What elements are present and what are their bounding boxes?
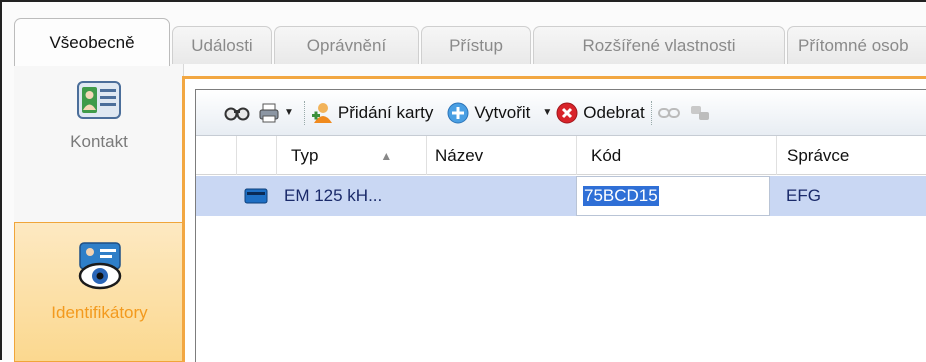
column-header-label: Kód bbox=[591, 145, 622, 165]
link-icon[interactable] bbox=[657, 106, 680, 120]
chevron-down-icon[interactable]: ▼ bbox=[542, 107, 552, 118]
tab-rozsirene-vlastnosti[interactable]: Rozšířené vlastnosti bbox=[533, 26, 785, 64]
sidebar-item-label: Kontakt bbox=[70, 132, 128, 151]
identifiers-table: Typ ▲ Název Kód Správce EM 125 kH... 75B… bbox=[196, 136, 926, 362]
sidebar-item-label: Identifikátory bbox=[51, 303, 148, 322]
create-button[interactable]: Vytvořit bbox=[447, 102, 530, 124]
tab-opravneni[interactable]: Oprávnění bbox=[274, 26, 419, 64]
identifier-eye-icon bbox=[78, 242, 121, 290]
identifiers-grid-panel: ▼ Přidání karty Vytvořit ▼ Odebrat Typ ▲… bbox=[195, 89, 926, 362]
table-row[interactable]: EM 125 kH... 75BCD15 EFG bbox=[196, 176, 926, 216]
tab-label: Všeobecně bbox=[49, 32, 135, 52]
toolbar-separator bbox=[650, 100, 652, 125]
tab-pritomne-osoby[interactable]: Přítomné osob bbox=[787, 26, 926, 64]
tab-label: Oprávnění bbox=[306, 35, 387, 55]
card-type-icon bbox=[236, 176, 276, 216]
column-header-kod[interactable]: Kód bbox=[576, 136, 776, 175]
tab-strip: Všeobecně Události Oprávnění Přístup Roz… bbox=[14, 18, 926, 66]
remove-label: Odebrat bbox=[583, 102, 645, 122]
add-card-icon bbox=[311, 102, 332, 123]
remove-icon bbox=[556, 102, 578, 123]
content-panel: ▼ Přidání karty Vytvořit ▼ Odebrat Typ ▲… bbox=[182, 76, 926, 362]
tab-label: Události bbox=[191, 35, 253, 55]
kod-value: 75BCD15 bbox=[583, 186, 659, 206]
column-header-label: Správce bbox=[787, 145, 850, 165]
column-header-nazev[interactable]: Název bbox=[426, 136, 576, 175]
row-indicator-header bbox=[196, 136, 236, 175]
column-header-label: Typ bbox=[291, 145, 319, 165]
table-header: Typ ▲ Název Kód Správce bbox=[196, 136, 926, 175]
print-icon[interactable] bbox=[258, 102, 280, 124]
toolbar-separator bbox=[303, 100, 305, 125]
tab-vseobecne[interactable]: Všeobecně bbox=[14, 18, 170, 66]
sidebar-item-kontakt[interactable]: Kontakt bbox=[14, 80, 184, 210]
cell-spravce: EFG bbox=[786, 186, 821, 205]
sort-ascending-icon: ▲ bbox=[380, 148, 393, 163]
sidebar: Kontakt Identifikátory bbox=[14, 64, 184, 362]
column-header-label: Název bbox=[435, 145, 484, 165]
cell-typ: EM 125 kH... bbox=[284, 186, 383, 205]
toolbar: ▼ Přidání karty Vytvořit ▼ Odebrat bbox=[196, 90, 926, 136]
view-icon[interactable] bbox=[224, 104, 250, 122]
unlink-icon[interactable] bbox=[690, 104, 710, 122]
remove-button[interactable]: Odebrat bbox=[556, 102, 645, 124]
sidebar-item-identifikatory[interactable]: Identifikátory bbox=[14, 222, 184, 362]
create-icon bbox=[447, 102, 469, 123]
tab-label: Rozšířené vlastnosti bbox=[582, 35, 736, 55]
add-card-label: Přidání karty bbox=[337, 102, 434, 122]
cell-nazev bbox=[426, 176, 576, 216]
create-label: Vytvořit bbox=[474, 102, 531, 122]
cell-kod-editor[interactable]: 75BCD15 bbox=[576, 176, 770, 216]
tab-pristup[interactable]: Přístup bbox=[421, 26, 531, 64]
tab-label: Přítomné osob bbox=[798, 35, 909, 55]
tab-udalosti[interactable]: Události bbox=[172, 26, 272, 64]
window-frame: Všeobecně Události Oprávnění Přístup Roz… bbox=[0, 0, 926, 362]
chevron-down-icon[interactable]: ▼ bbox=[284, 107, 294, 118]
column-header-typ[interactable]: Typ ▲ bbox=[276, 136, 426, 175]
icon-column-header bbox=[236, 136, 276, 175]
contact-card-icon bbox=[77, 81, 121, 119]
add-card-button[interactable]: Přidání karty bbox=[311, 101, 433, 125]
tab-label: Přístup bbox=[449, 35, 503, 55]
column-header-spravce[interactable]: Správce bbox=[776, 136, 926, 175]
